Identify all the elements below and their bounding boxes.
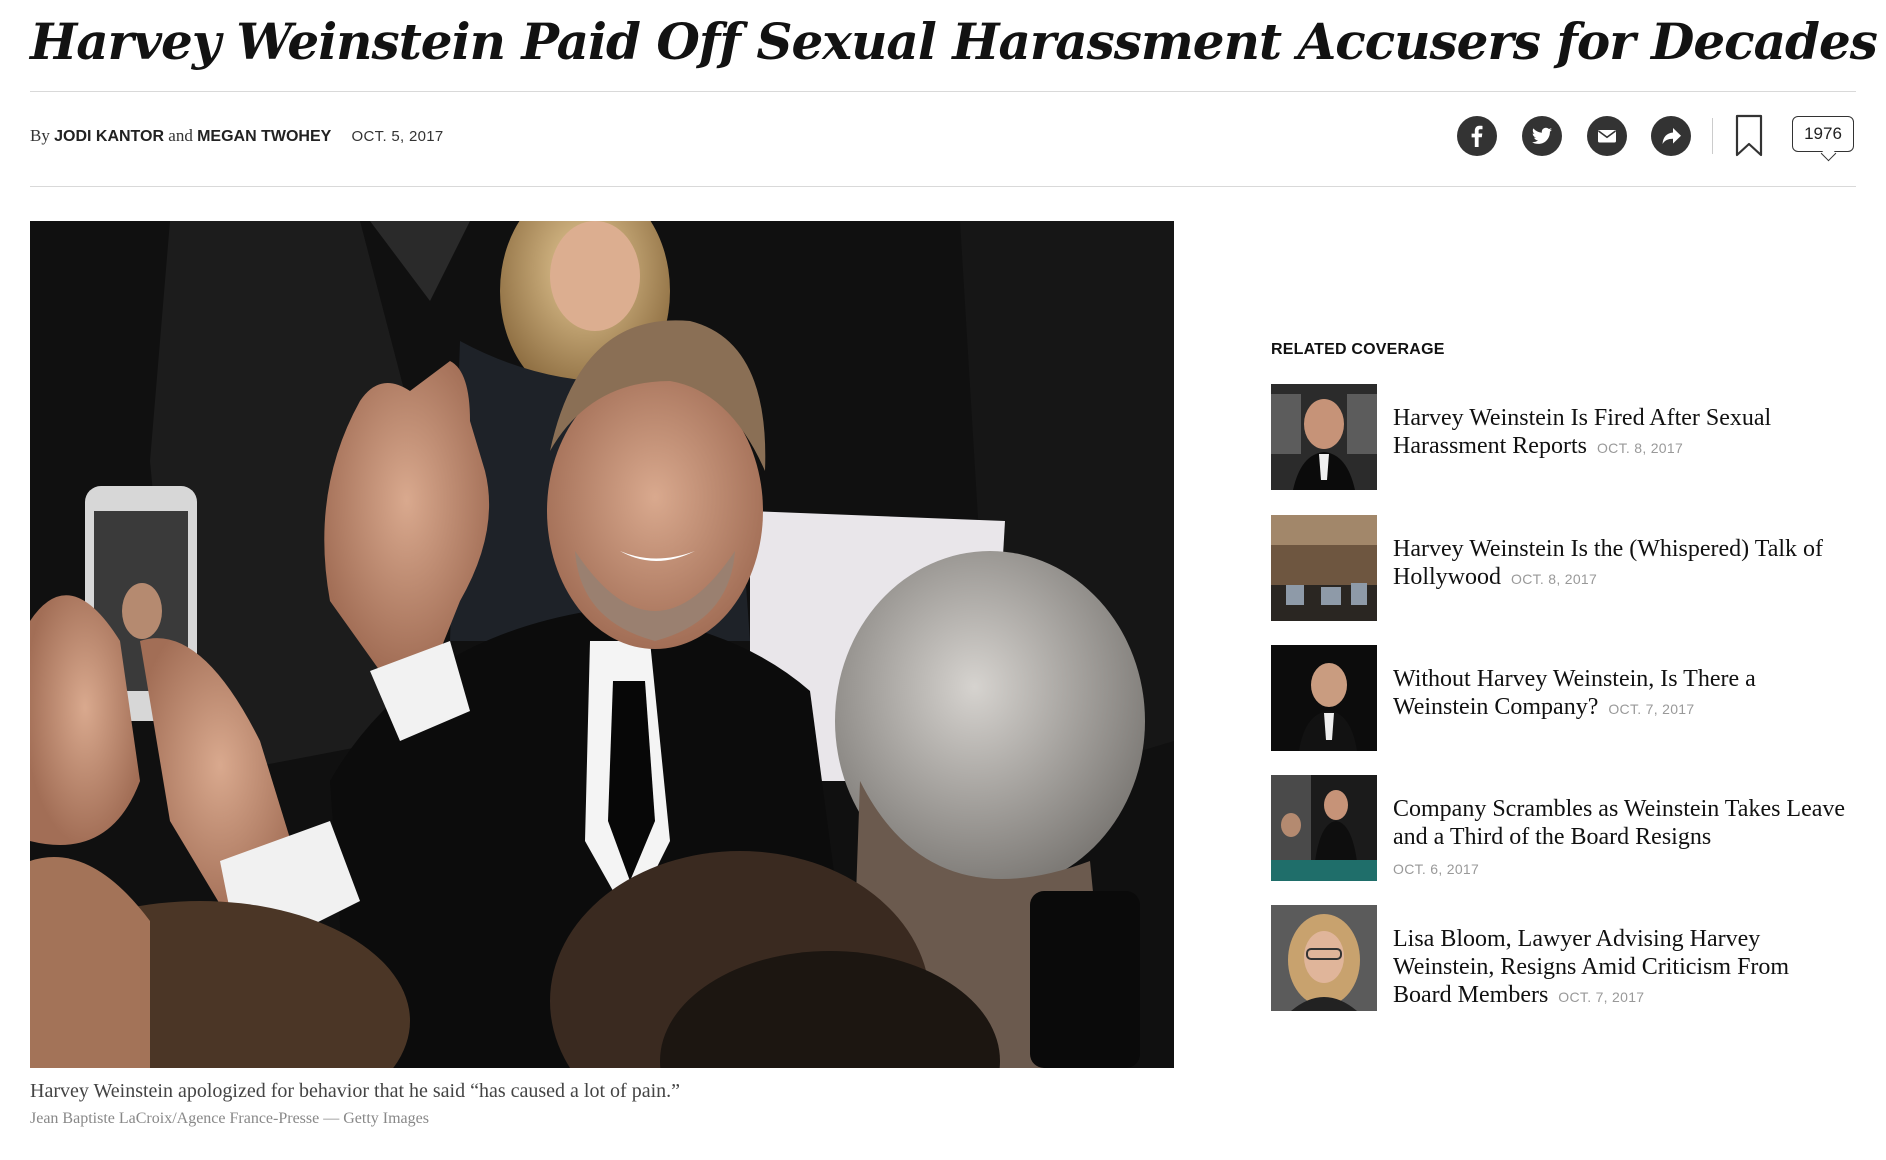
- related-thumbnail: [1271, 645, 1377, 751]
- related-thumbnail: [1271, 384, 1377, 490]
- comments-count-button[interactable]: 1976: [1792, 116, 1854, 152]
- save-bookmark-button[interactable]: [1734, 114, 1764, 158]
- related-date: OCT. 6, 2017: [1393, 861, 1480, 877]
- lead-photo-image: [30, 221, 1174, 1068]
- article-headline: Harvey Weinstein Paid Off Sexual Harassm…: [30, 12, 1878, 71]
- related-coverage-label: RELATED COVERAGE: [1271, 341, 1445, 358]
- author-link-twohey[interactable]: MEGAN TWOHEY: [197, 128, 331, 145]
- related-date: OCT. 8, 2017: [1596, 440, 1684, 456]
- share-icon: [1662, 128, 1681, 144]
- byline-prefix: By: [30, 126, 50, 145]
- related-thumbnail: [1271, 775, 1377, 881]
- related-item[interactable]: Without Harvey Weinstein, Is There a Wei…: [1271, 645, 1861, 751]
- related-thumbnail: [1271, 515, 1377, 621]
- related-title: Company Scrambles as Weinstein Takes Lea…: [1393, 796, 1846, 850]
- byline-and: and: [168, 126, 193, 145]
- related-item[interactable]: Company Scrambles as Weinstein Takes Lea…: [1271, 775, 1861, 881]
- byline: By JODI KANTOR and MEGAN TWOHEY OCT. 5, …: [30, 126, 444, 146]
- related-item[interactable]: Lisa Bloom, Lawyer Advising Harvey Weins…: [1271, 905, 1861, 1011]
- related-title: Without Harvey Weinstein, Is There a Wei…: [1393, 666, 1756, 720]
- publish-date: OCT. 5, 2017: [351, 128, 444, 145]
- bookmark-icon: [1735, 114, 1763, 157]
- email-icon: [1598, 130, 1616, 143]
- toolbar-divider: [1712, 118, 1713, 154]
- twitter-icon: [1531, 127, 1552, 144]
- more-share-button[interactable]: [1651, 116, 1691, 156]
- comment-count: 1976: [1804, 124, 1842, 143]
- related-date: OCT. 7, 2017: [1558, 989, 1645, 1005]
- related-item[interactable]: Harvey Weinstein Is the (Whispered) Talk…: [1271, 515, 1861, 621]
- related-thumbnail: [1271, 905, 1377, 1011]
- related-date: OCT. 8, 2017: [1511, 571, 1598, 587]
- lead-photo: [30, 221, 1174, 1068]
- related-item[interactable]: Harvey Weinstein Is Fired After Sexual H…: [1271, 384, 1861, 490]
- photo-credit: Jean Baptiste LaCroix/Agence France-Pres…: [30, 1110, 429, 1127]
- related-title: Harvey Weinstein Is the (Whispered) Talk…: [1393, 536, 1824, 590]
- facebook-icon: [1471, 125, 1483, 147]
- related-date: OCT. 7, 2017: [1608, 701, 1695, 717]
- photo-caption: Harvey Weinstein apologized for behavior…: [30, 1080, 681, 1102]
- top-divider: [30, 91, 1856, 92]
- twitter-share-button[interactable]: [1522, 116, 1562, 156]
- author-link-kantor[interactable]: JODI KANTOR: [54, 128, 164, 145]
- email-share-button[interactable]: [1587, 116, 1627, 156]
- facebook-share-button[interactable]: [1457, 116, 1497, 156]
- related-title: Harvey Weinstein Is Fired After Sexual H…: [1393, 405, 1772, 459]
- byline-divider: [30, 186, 1856, 187]
